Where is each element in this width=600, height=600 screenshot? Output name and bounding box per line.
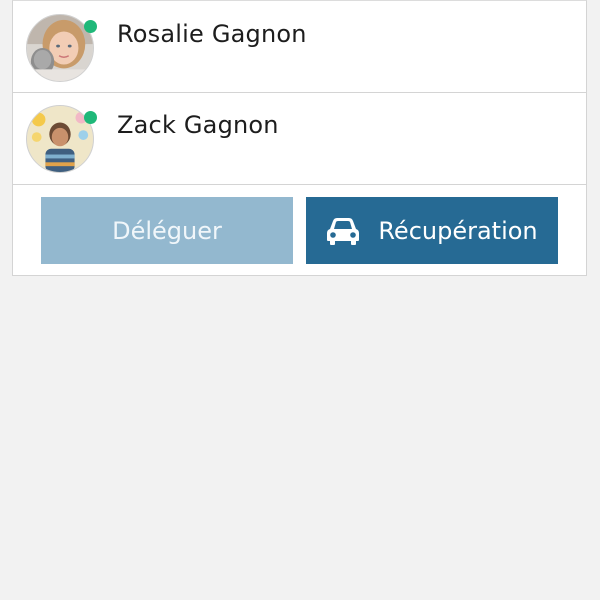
action-bar: Déléguer Récupération <box>13 185 586 277</box>
car-icon <box>326 217 360 245</box>
avatar-container <box>26 105 97 173</box>
pickup-button-label: Récupération <box>378 216 538 245</box>
delegate-button-label: Déléguer <box>112 216 222 245</box>
child-row-zack[interactable]: Zack Gagnon <box>13 93 586 185</box>
child-name: Rosalie Gagnon <box>117 20 307 48</box>
online-status-dot <box>84 20 97 33</box>
pickup-button-content: Récupération <box>306 197 558 264</box>
delegate-button[interactable]: Déléguer <box>41 197 293 264</box>
child-row-rosalie[interactable]: Rosalie Gagnon <box>13 1 586 93</box>
avatar-container <box>26 14 97 82</box>
delegate-button-content: Déléguer <box>41 197 293 264</box>
pickup-button[interactable]: Récupération <box>306 197 558 264</box>
children-card: Rosalie Gagnon Zack Gagnon Déléguer Récu… <box>12 0 587 276</box>
child-name: Zack Gagnon <box>117 111 279 139</box>
online-status-dot <box>84 111 97 124</box>
